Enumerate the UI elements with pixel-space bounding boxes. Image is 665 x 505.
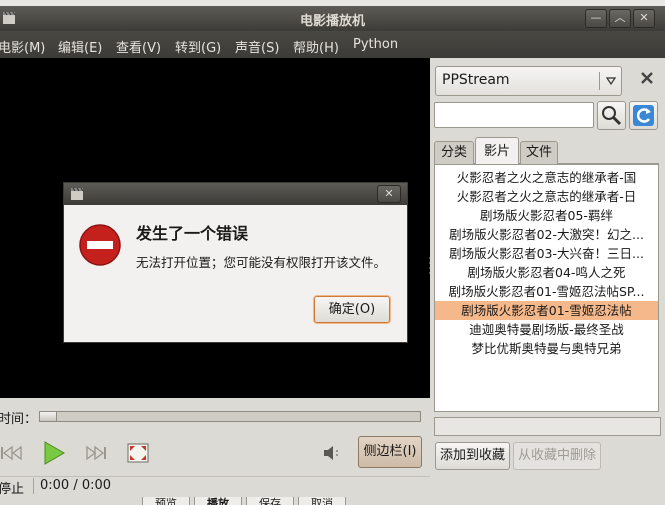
list-item[interactable]: 剧场版火影忍者02-大激突！幻之... — [435, 225, 658, 244]
maximize-button[interactable]: ︿ — [609, 9, 631, 28]
tab-category[interactable]: 分类 — [434, 141, 474, 164]
chevron-down-icon — [606, 77, 616, 85]
sidebar: PPStream 分类 影片 文件 火影忍者之火之意志的继承者-国 火影忍者之火… — [430, 58, 665, 505]
source-combo[interactable]: PPStream — [435, 66, 622, 96]
menu-edit[interactable]: 编辑(E) — [58, 37, 102, 56]
window-title: 电影播放机 — [299, 14, 365, 29]
list-item[interactable]: 剧场版火影忍者03-大兴奋！三日... — [435, 244, 658, 263]
film-clapper-icon — [71, 187, 84, 200]
volume-icon[interactable] — [322, 444, 342, 462]
previous-icon[interactable] — [0, 444, 24, 462]
refresh-icon — [633, 105, 654, 126]
minimize-button[interactable]: — — [585, 9, 607, 28]
play-icon[interactable] — [42, 440, 66, 466]
sidebar-toggle-button[interactable]: 侧边栏(I) — [358, 436, 422, 468]
list-item[interactable]: 火影忍者之火之意志的继承者-日 — [435, 187, 658, 206]
save-button-bg[interactable]: 保存 — [246, 497, 294, 505]
divider — [0, 476, 430, 477]
menu-movie[interactable]: 电影(M) — [0, 37, 45, 56]
ok-button[interactable]: 确定(O) — [314, 296, 390, 323]
close-sidebar-icon[interactable] — [640, 71, 654, 85]
menu-go[interactable]: 转到(G) — [175, 37, 221, 56]
play-button-bg[interactable]: 播放 — [194, 497, 242, 505]
list-item-selected[interactable]: 剧场版火影忍者01-雪姬忍法帖 — [435, 301, 658, 320]
menu-help[interactable]: 帮助(H) — [293, 37, 339, 56]
movie-list[interactable]: 火影忍者之火之意志的继承者-国 火影忍者之火之意志的继承者-日 剧场版火影忍者0… — [434, 164, 659, 412]
sidebar-progress-bar — [434, 417, 661, 436]
menu-python[interactable]: Python — [353, 37, 398, 52]
list-item[interactable]: 剧场版火影忍者01-雪姬忍法帖SP... — [435, 282, 658, 301]
cancel-button-bg[interactable]: 取消 — [298, 497, 346, 505]
error-dialog: ✕ 发生了一个错误 无法打开位置；您可能没有权限打开该文件。 确定(O) — [63, 182, 408, 343]
add-to-favorites-button[interactable]: 添加到收藏 — [435, 442, 510, 470]
menu-view[interactable]: 查看(V) — [116, 37, 161, 56]
playback-controls: 时间： 侧边栏(I) 停止 0:00 / 0:00 — [0, 398, 430, 505]
dialog-title-bar: ✕ — [64, 183, 407, 205]
time-label: 时间： — [0, 412, 38, 427]
dialog-close-button[interactable]: ✕ — [377, 185, 401, 203]
error-icon — [79, 224, 121, 266]
list-item[interactable]: 剧场版火影忍者05-羁绊 — [435, 206, 658, 225]
refresh-button[interactable] — [629, 101, 658, 130]
close-window-button[interactable]: ✕ — [633, 9, 655, 28]
status-separator — [33, 478, 34, 494]
status-text: 停止 — [0, 482, 25, 497]
list-item[interactable]: 梦比优斯奥特曼与奥特兄弟 — [435, 339, 658, 358]
menu-sound[interactable]: 声音(S) — [235, 37, 279, 56]
seek-handle[interactable] — [40, 412, 57, 421]
preview-button[interactable]: 预览 — [142, 497, 190, 505]
tab-files[interactable]: 文件 — [520, 141, 558, 164]
menu-bar: 电影(M) 编辑(E) 查看(V) 转到(G) 声音(S) 帮助(H) Pyth… — [0, 31, 665, 58]
seek-bar[interactable] — [39, 411, 421, 422]
title-bar: 电影播放机 — ︿ ✕ — [0, 6, 665, 31]
source-combo-value: PPStream — [442, 72, 510, 88]
combo-separator — [599, 72, 600, 90]
next-icon[interactable] — [84, 444, 108, 462]
list-item[interactable]: 剧场版火影忍者04-鸣人之死 — [435, 263, 658, 282]
fullscreen-icon[interactable] — [127, 443, 149, 463]
remove-from-favorites-button[interactable]: 从收藏中删除 — [513, 442, 601, 470]
dialog-message: 无法打开位置；您可能没有权限打开该文件。 — [136, 255, 387, 270]
list-item[interactable]: 迪迦奥特曼剧场版-最终圣战 — [435, 320, 658, 339]
search-icon — [602, 106, 622, 126]
dialog-heading: 发生了一个错误 — [136, 224, 249, 243]
list-item[interactable]: 火影忍者之火之意志的继承者-国 — [435, 168, 658, 187]
search-input[interactable] — [434, 102, 594, 128]
search-button[interactable] — [597, 101, 626, 130]
time-display: 0:00 / 0:00 — [40, 478, 112, 493]
tab-movies[interactable]: 影片 — [475, 137, 519, 165]
